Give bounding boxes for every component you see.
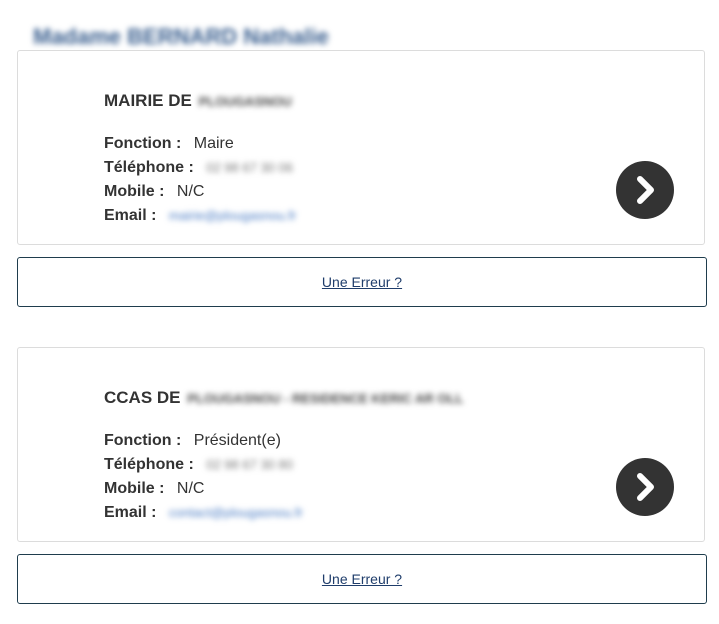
telephone-label: Téléphone : bbox=[104, 456, 194, 473]
telephone-row: Téléphone : 02 98 67 30 80 bbox=[104, 453, 303, 477]
error-report-link[interactable]: Une Erreur ? bbox=[322, 274, 402, 290]
details-button[interactable] bbox=[616, 458, 674, 516]
card-title-prefix: CCAS DE bbox=[104, 388, 181, 407]
fonction-row: Fonction : Président(e) bbox=[104, 429, 303, 453]
fonction-row: Fonction : Maire bbox=[104, 132, 296, 156]
card-title: MAIRIE DE PLOUGASNOU bbox=[104, 91, 292, 111]
mobile-label: Mobile : bbox=[104, 183, 165, 200]
card-title: CCAS DE PLOUGASNOU - RESIDENCE KERIC AR … bbox=[104, 388, 463, 408]
telephone-value[interactable]: 02 98 67 30 06 bbox=[206, 160, 293, 175]
error-report-link[interactable]: Une Erreur ? bbox=[322, 571, 402, 587]
email-row: Email : mairie@plougasnou.fr bbox=[104, 204, 296, 228]
card-title-commune: PLOUGASNOU - RESIDENCE KERIC AR OLL bbox=[187, 391, 464, 406]
fonction-label: Fonction : bbox=[104, 135, 182, 152]
email-link[interactable]: contact@plougasnou.fr bbox=[169, 505, 303, 520]
fonction-value: Président(e) bbox=[193, 432, 281, 449]
details-button[interactable] bbox=[616, 161, 674, 219]
email-label: Email : bbox=[104, 504, 157, 521]
mobile-label: Mobile : bbox=[104, 480, 165, 497]
contact-card: CCAS DE PLOUGASNOU - RESIDENCE KERIC AR … bbox=[17, 347, 705, 542]
card-details: Fonction : Président(e) Téléphone : 02 9… bbox=[104, 429, 303, 525]
card-title-commune: PLOUGASNOU bbox=[198, 94, 292, 109]
error-report-box: Une Erreur ? bbox=[17, 554, 707, 604]
email-link[interactable]: mairie@plougasnou.fr bbox=[169, 208, 296, 223]
person-name: Madame BERNARD Nathalie bbox=[33, 24, 329, 49]
mobile-row: Mobile : N/C bbox=[104, 477, 303, 501]
telephone-label: Téléphone : bbox=[104, 159, 194, 176]
mobile-value: N/C bbox=[176, 183, 205, 200]
mobile-row: Mobile : N/C bbox=[104, 180, 296, 204]
fonction-value: Maire bbox=[193, 135, 234, 152]
card-title-prefix: MAIRIE DE bbox=[104, 91, 192, 110]
chevron-right-icon bbox=[637, 473, 654, 501]
card-details: Fonction : Maire Téléphone : 02 98 67 30… bbox=[104, 132, 296, 228]
mobile-value: N/C bbox=[176, 480, 205, 497]
telephone-row: Téléphone : 02 98 67 30 06 bbox=[104, 156, 296, 180]
error-report-box: Une Erreur ? bbox=[17, 257, 707, 307]
telephone-value[interactable]: 02 98 67 30 80 bbox=[206, 457, 293, 472]
chevron-right-icon bbox=[637, 176, 654, 204]
fonction-label: Fonction : bbox=[104, 432, 182, 449]
contact-card: MAIRIE DE PLOUGASNOU Fonction : Maire Té… bbox=[17, 50, 705, 245]
email-row: Email : contact@plougasnou.fr bbox=[104, 501, 303, 525]
email-label: Email : bbox=[104, 207, 157, 224]
